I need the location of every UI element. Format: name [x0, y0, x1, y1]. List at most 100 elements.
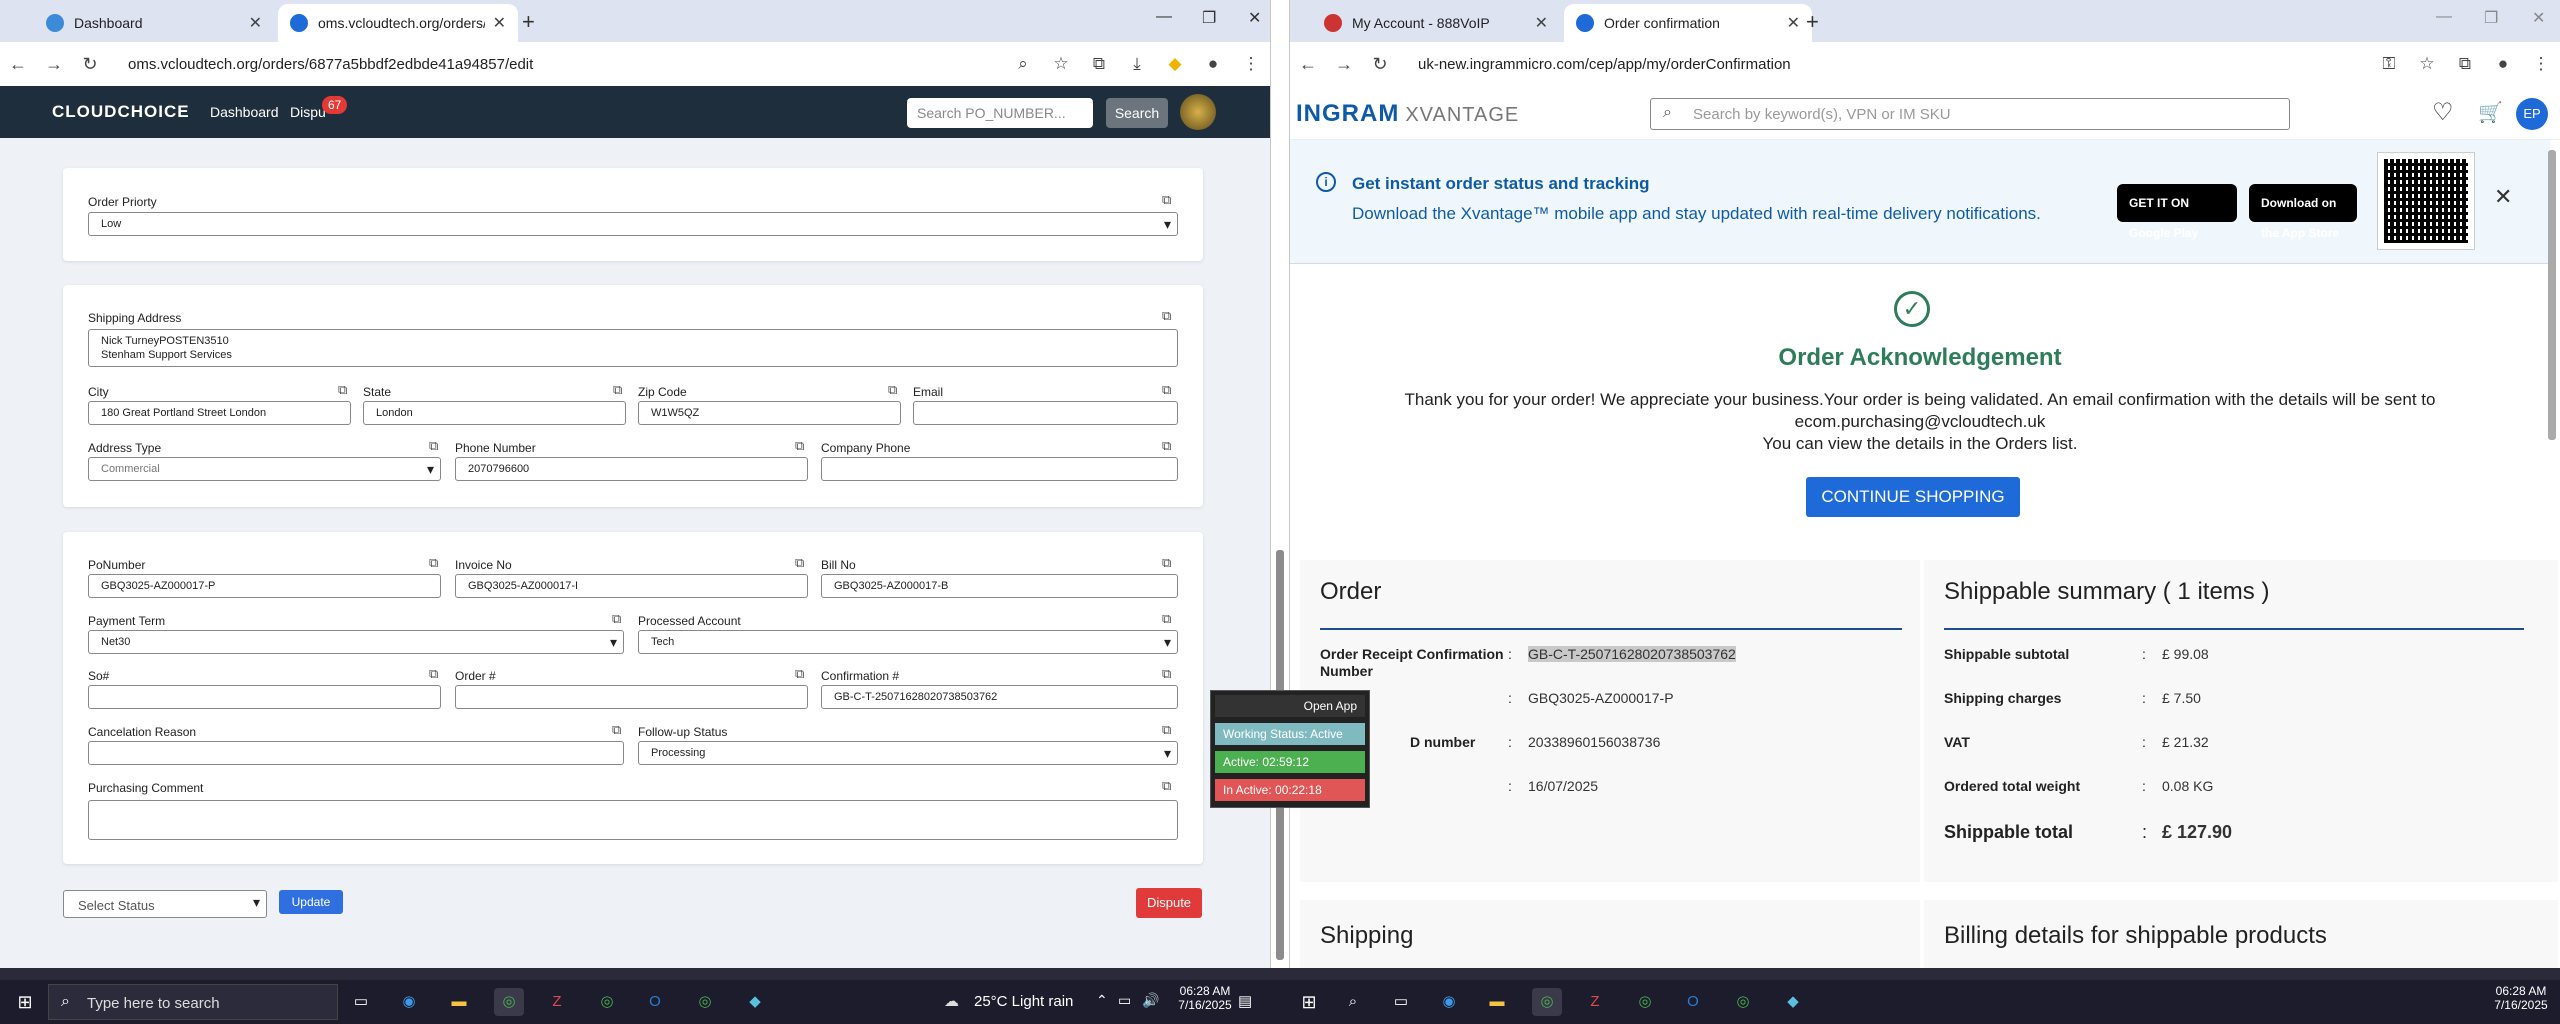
profile-icon[interactable]: ●	[2484, 54, 2522, 74]
forward-icon[interactable]: →	[36, 54, 72, 75]
app-store-badge[interactable]: Download on the App Store	[2249, 184, 2357, 240]
forward-icon[interactable]: →	[1326, 54, 1362, 75]
comment-textarea[interactable]	[88, 800, 1178, 840]
user-avatar[interactable]	[1180, 94, 1216, 130]
copy-icon[interactable]: ⧉	[612, 611, 621, 627]
maximize-icon[interactable]: ❐	[2484, 8, 2498, 28]
tab-dashboard[interactable]: Dashboard ✕	[34, 4, 274, 42]
continue-shopping-button[interactable]: CONTINUE SHOPPING	[1806, 477, 2020, 517]
weather-status[interactable]: 25°C Light rain	[974, 993, 1073, 1010]
update-button[interactable]: Update	[279, 890, 343, 914]
network-icon[interactable]: ▭	[1118, 992, 1131, 1009]
copy-icon[interactable]: ⧉	[1162, 555, 1171, 571]
copy-icon[interactable]: ⧉	[1162, 308, 1171, 324]
order-no-input[interactable]	[455, 685, 808, 709]
copy-icon[interactable]: ⧉	[795, 666, 804, 682]
minimize-icon[interactable]: —	[2436, 8, 2452, 26]
order-priority-select[interactable]: Low	[88, 212, 1178, 236]
city-input[interactable]: 180 Great Portland Street London	[88, 401, 351, 425]
menu-icon[interactable]: ⋮	[1232, 54, 1270, 74]
open-app-button[interactable]: Open App	[1215, 695, 1365, 717]
file-explorer-icon[interactable]: ▬	[444, 988, 474, 1016]
phone-input[interactable]: 2070796600	[455, 457, 808, 481]
so-input[interactable]	[88, 685, 441, 709]
reload-icon[interactable]: ↻	[72, 54, 108, 75]
url-field[interactable]: oms.vcloudtech.org/orders/6877a5bbdf2edb…	[128, 56, 1004, 73]
copy-icon[interactable]: ⧉	[1162, 722, 1171, 738]
outlook-icon[interactable]: O	[1678, 988, 1708, 1016]
windows-start-icon[interactable]: ⊞	[10, 988, 40, 1016]
close-window-icon[interactable]: ✕	[2532, 8, 2545, 28]
copy-icon[interactable]: ⧉	[1162, 666, 1171, 682]
copy-icon[interactable]: ⧉	[429, 666, 438, 682]
po-input[interactable]: GBQ3025-AZ000017-P	[88, 574, 441, 598]
nav-dashboard[interactable]: Dashboard	[210, 104, 279, 120]
invoice-input[interactable]: GBQ3025-AZ000017-I	[455, 574, 808, 598]
po-search-input[interactable]: Search PO_NUMBER...	[907, 98, 1093, 128]
taskbar-search-box[interactable]: ⌕ Type here to search	[48, 984, 338, 1020]
copy-icon[interactable]: ⧉	[429, 438, 438, 454]
search-button[interactable]: Search	[1106, 98, 1168, 128]
app-icon[interactable]: ◆	[1778, 988, 1808, 1016]
maximize-icon[interactable]: ❐	[1202, 8, 1216, 28]
ingram-logo[interactable]: INGRAM XVANTAGE	[1296, 100, 1519, 128]
copy-icon[interactable]: ⧉	[429, 555, 438, 571]
chrome-icon[interactable]: ◎	[1630, 988, 1660, 1016]
copy-icon[interactable]: ⧉	[795, 438, 804, 454]
menu-icon[interactable]: ⋮	[2522, 54, 2560, 74]
shipping-address-textarea[interactable]: Nick TurneyPOSTEN3510 Stenham Support Se…	[88, 329, 1178, 367]
followup-select[interactable]: Processing	[638, 741, 1178, 765]
search-icon[interactable]: ⌕	[1338, 988, 1368, 1016]
payment-term-select[interactable]: Net30	[88, 630, 624, 654]
copy-icon[interactable]: ⧉	[1162, 438, 1171, 454]
copy-icon[interactable]: ⧉	[1162, 192, 1171, 208]
copy-icon[interactable]: ⧉	[1162, 382, 1171, 398]
company-phone-input[interactable]	[821, 457, 1178, 481]
file-explorer-icon[interactable]: ▬	[1482, 988, 1512, 1016]
tab-888voip[interactable]: My Account - 888VoIP ✕	[1312, 4, 1560, 42]
tab-oms-order[interactable]: oms.vcloudtech.org/orders/687 ✕	[278, 4, 518, 42]
state-input[interactable]: London	[363, 401, 626, 425]
chrome-icon[interactable]: ◎	[592, 988, 622, 1016]
close-tab-icon[interactable]: ✕	[249, 13, 262, 33]
bookmark-star-icon[interactable]: ☆	[1042, 54, 1080, 74]
chrome-icon[interactable]: ◎	[1532, 988, 1562, 1016]
copy-icon[interactable]: ⧉	[613, 382, 622, 398]
edge-icon[interactable]: ◉	[1434, 988, 1464, 1016]
chrome-icon[interactable]: ◎	[1728, 988, 1758, 1016]
new-tab-icon[interactable]: +	[1806, 9, 1819, 35]
copy-icon[interactable]: ⧉	[795, 555, 804, 571]
edge-icon[interactable]: ◉	[394, 988, 424, 1016]
email-input[interactable]	[913, 401, 1178, 425]
back-icon[interactable]: ←	[1290, 54, 1326, 75]
close-tab-icon[interactable]: ✕	[1787, 13, 1800, 33]
address-type-select[interactable]: Commercial	[88, 457, 441, 481]
ingram-search-input[interactable]: ⌕ Search by keyword(s), VPN or IM SKU	[1650, 98, 2290, 130]
chrome-icon[interactable]: ◎	[690, 988, 720, 1016]
reload-icon[interactable]: ↻	[1362, 54, 1398, 75]
cart-icon[interactable]: 🛒	[2478, 100, 2503, 125]
zoom-icon[interactable]: ⌕	[1004, 54, 1042, 74]
wishlist-heart-icon[interactable]: ♡	[2432, 98, 2454, 127]
volume-icon[interactable]: 🔊	[1142, 992, 1159, 1009]
task-view-icon[interactable]: ▭	[346, 988, 376, 1016]
password-key-icon[interactable]: ⚿	[2370, 54, 2408, 74]
nav-disputes[interactable]: Dispu	[290, 104, 326, 120]
copy-icon[interactable]: ⧉	[1162, 611, 1171, 627]
right-scrollbar-thumb[interactable]	[2548, 150, 2556, 440]
google-play-badge[interactable]: GET IT ON Google Play	[2117, 184, 2237, 240]
windows-start-icon[interactable]: ⊞	[1294, 988, 1324, 1016]
close-banner-icon[interactable]: ✕	[2494, 184, 2512, 210]
task-view-icon[interactable]: ▭	[1386, 988, 1416, 1016]
copy-icon[interactable]: ⧉	[338, 382, 347, 398]
account-avatar[interactable]: EP	[2516, 98, 2548, 130]
profile-icon[interactable]: ●	[1194, 54, 1232, 74]
close-tab-icon[interactable]: ✕	[493, 13, 506, 33]
processed-account-select[interactable]: Tech	[638, 630, 1178, 654]
notifications-icon[interactable]: ▤	[1238, 992, 1252, 1010]
clock-left[interactable]: 06:28 AM 7/16/2025	[1170, 984, 1240, 1012]
back-icon[interactable]: ←	[0, 54, 36, 75]
extensions-icon[interactable]: ⧉	[2446, 54, 2484, 74]
zoho-icon[interactable]: Z	[1580, 988, 1610, 1016]
close-tab-icon[interactable]: ✕	[1535, 13, 1548, 33]
